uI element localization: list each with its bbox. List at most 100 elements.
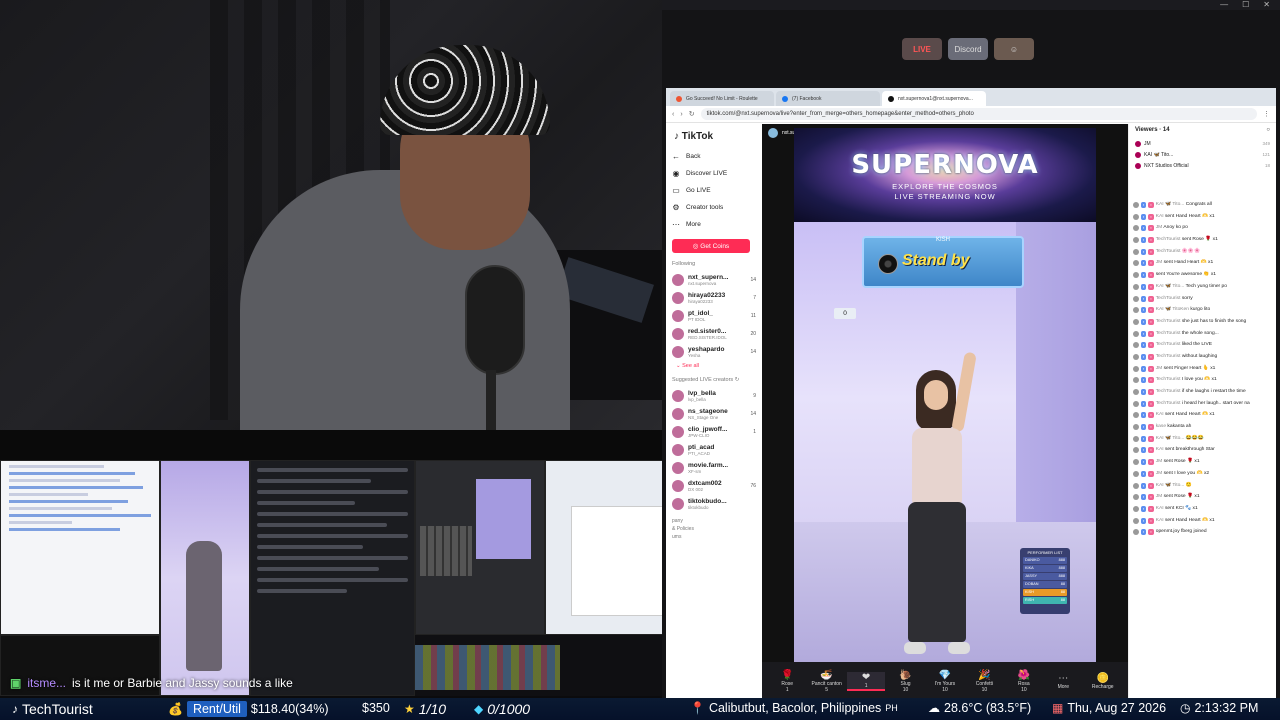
account-item[interactable]: lvp_bella lvp_bella 9 [672,387,756,405]
account-item[interactable]: dxtcam002 DX 002 76 [672,477,756,495]
account-item[interactable]: tiktokbudo... tiktokbudo [672,495,756,513]
gift-name: More [1057,683,1069,690]
level-badge: ▪ [1141,529,1147,536]
live-player[interactable]: nxt.supernova SUPERNOVA EXPLORE THE COSM… [762,124,1128,700]
dock-live-app[interactable]: LIVE [902,38,942,60]
close-circle-icon[interactable]: ○ [1266,127,1270,135]
dock-discord[interactable]: Discord [948,38,988,60]
message-text: sent Hand Heart 🫶 x1 [1164,517,1215,523]
dock-avatar[interactable]: ☺ [994,38,1034,60]
fan-badge: ▪ [1148,424,1154,431]
tab-facebook[interactable]: (7) Facebook [776,91,880,106]
gift-item[interactable]: 🌹 Rose 1 [768,670,806,693]
gift-name: Recharge [1091,683,1114,690]
reload-icon[interactable]: ↻ [689,110,695,118]
account-item[interactable]: hiraya02233 hiraya02233 7 [672,289,756,307]
level-badge: ▪ [1141,389,1147,395]
viewer-row[interactable]: JM 349 [1129,138,1276,149]
standby-card: KISH Stand by [862,236,1024,288]
account-meta: tiktokbudo... tiktokbudo [688,498,752,510]
message-author: TechTourist [1155,342,1181,348]
gift-item[interactable]: ⋯ More [1044,673,1082,690]
minimize-icon[interactable]: — [1220,0,1228,9]
gift-item[interactable]: 💎 I'm Yours 10 [926,670,964,693]
message-author: TechTourist [1155,295,1181,301]
tiktok-sidebar: ♪ TikTok ← Back ◉ Discover LIVE ▭ Go LIVE ⚙… [666,124,762,700]
message-body: kase kakanta ah [1156,424,1192,430]
account-item[interactable]: movie.farm... XF-sm [672,459,756,477]
back-button[interactable]: ← Back [672,148,756,165]
account-name: pti_acad [688,444,715,451]
viewer-row[interactable]: NXT Studios Official 18 [1129,160,1276,171]
account-item[interactable]: yeshapardo Yesha 14 [672,343,756,361]
gift-item[interactable]: ❤ 1 [846,671,886,691]
tiktok-logo[interactable]: ♪ TikTok [674,131,756,142]
thumbnail-chat[interactable] [250,460,415,696]
footer-link[interactable]: pany [672,517,756,525]
tab-bar: Go Succeed! No Limit - Roulette (7) Face… [666,88,1276,106]
thumbnail-tiktok-live[interactable] [160,460,250,696]
thumbnail-obs[interactable] [415,460,545,635]
tab-tiktok[interactable]: nxt.supernova1@nxt.supernova... [882,91,986,106]
message-body: KAI sent breakthrough Star [1156,447,1215,453]
gift-icon: 💎 [938,669,952,681]
refresh-icon[interactable]: ↻ [735,377,740,383]
get-coins-button[interactable]: ◎ Get Coins [672,239,750,253]
message-body: sent You're awesome 👏 x1 [1156,272,1216,278]
see-all-link[interactable]: ⌄ See all [676,363,756,369]
gift-item[interactable]: 🍜 Pancit canton 5 [807,670,845,693]
account-item[interactable]: ns_stageone NS_Stage One 14 [672,405,756,423]
close-icon[interactable]: ✕ [1263,0,1270,9]
account-item[interactable]: nxt_supern... nxt.supernova 14 [672,271,756,289]
forward-icon[interactable]: › [680,111,682,118]
host-avatar [768,128,778,138]
chat-message: ▪ ▪ KAI sent Hand Heart 🫶 x1 [1133,412,1273,423]
performer-name: KISH [1025,590,1034,595]
doc-line [9,521,73,524]
back-icon[interactable]: ‹ [672,111,674,118]
account-item[interactable]: pti_acad PTI_ACAD [672,441,756,459]
nav-creator-tools[interactable]: ⚙ Creator tools [672,199,756,216]
chat-message: ▪ ▪ KAI 🦋 Tito... 🙂 [1133,482,1273,494]
performer-rows: DANIKO 888 KIKA 888 JASSY 888 DOBAN 88 KISH 88 RIS… [1023,557,1067,604]
message-author: TechTourist [1155,248,1181,254]
avatar [1133,202,1139,208]
chat-message: ▪ ▪ KAI sent Hand Heart 🫶 x1 [1133,517,1273,529]
gift-item[interactable]: 🎉 Confetti 10 [965,670,1003,693]
message-text: I love you 🫶 x1 [1181,377,1217,383]
streamer-cap [380,45,550,135]
arrow-left-icon: ← [672,152,680,161]
maximize-icon[interactable]: ☐ [1242,0,1249,9]
footer-link[interactable]: & Policies [672,525,756,533]
gift-item[interactable]: 🌺 Rosa 10 [1005,670,1043,693]
fan-badge: ▪ [1148,213,1154,220]
gift-item[interactable]: 🪙 Recharge [1084,673,1122,690]
performer-top [912,428,962,506]
message-body: JM sent Rose 🌹 x1 [1156,494,1200,500]
account-item[interactable]: clio_jpwoff... JPW-CLIO 1 [672,423,756,441]
fan-badge: ▪ [1148,283,1154,290]
level-badge: ▪ [1141,482,1147,489]
chat-message: ▪ ▪ KAI 🦋 TitoKen kurgo lito [1133,307,1273,318]
nav-go-live[interactable]: ▭ Go LIVE [672,182,756,199]
level-badge: ▪ [1141,248,1147,255]
account-item[interactable]: red.sister0... RED.SISTER.IDOL 20 [672,325,756,343]
fan-badge: ▪ [1148,447,1154,454]
extensions-icon[interactable]: ⋮ [1263,110,1270,118]
footer-link[interactable]: ums [672,533,756,541]
url-field[interactable]: tiktok.com/@nxt.supernova/live?enter_fro… [700,108,1257,120]
viewer-row[interactable]: KAI 🦋 Tito... 121 [1129,149,1276,160]
message-body: TechTourist sorry [1156,296,1193,302]
avatar [672,462,684,474]
account-item[interactable]: pt_idol_ PT IDOL 11 [672,307,756,325]
gift-item[interactable]: 🐌 Slug 10 [886,670,924,693]
nav-more[interactable]: ⋯ More [672,216,756,233]
level-badge: ▪ [1141,260,1147,267]
thumbnail-document[interactable] [0,460,160,635]
tab-roulette[interactable]: Go Succeed! No Limit - Roulette [670,91,774,106]
message-body: KAI sent Hand Heart 🫶 x1 [1156,518,1215,524]
window-controls: — ☐ ✕ [1220,0,1270,9]
chat-message: ▪ ▪ TechTourist if she laughs i restart th… [1133,389,1273,400]
message-body: JM Anoy ko po [1156,225,1188,231]
nav-discover-live[interactable]: ◉ Discover LIVE [672,165,756,182]
